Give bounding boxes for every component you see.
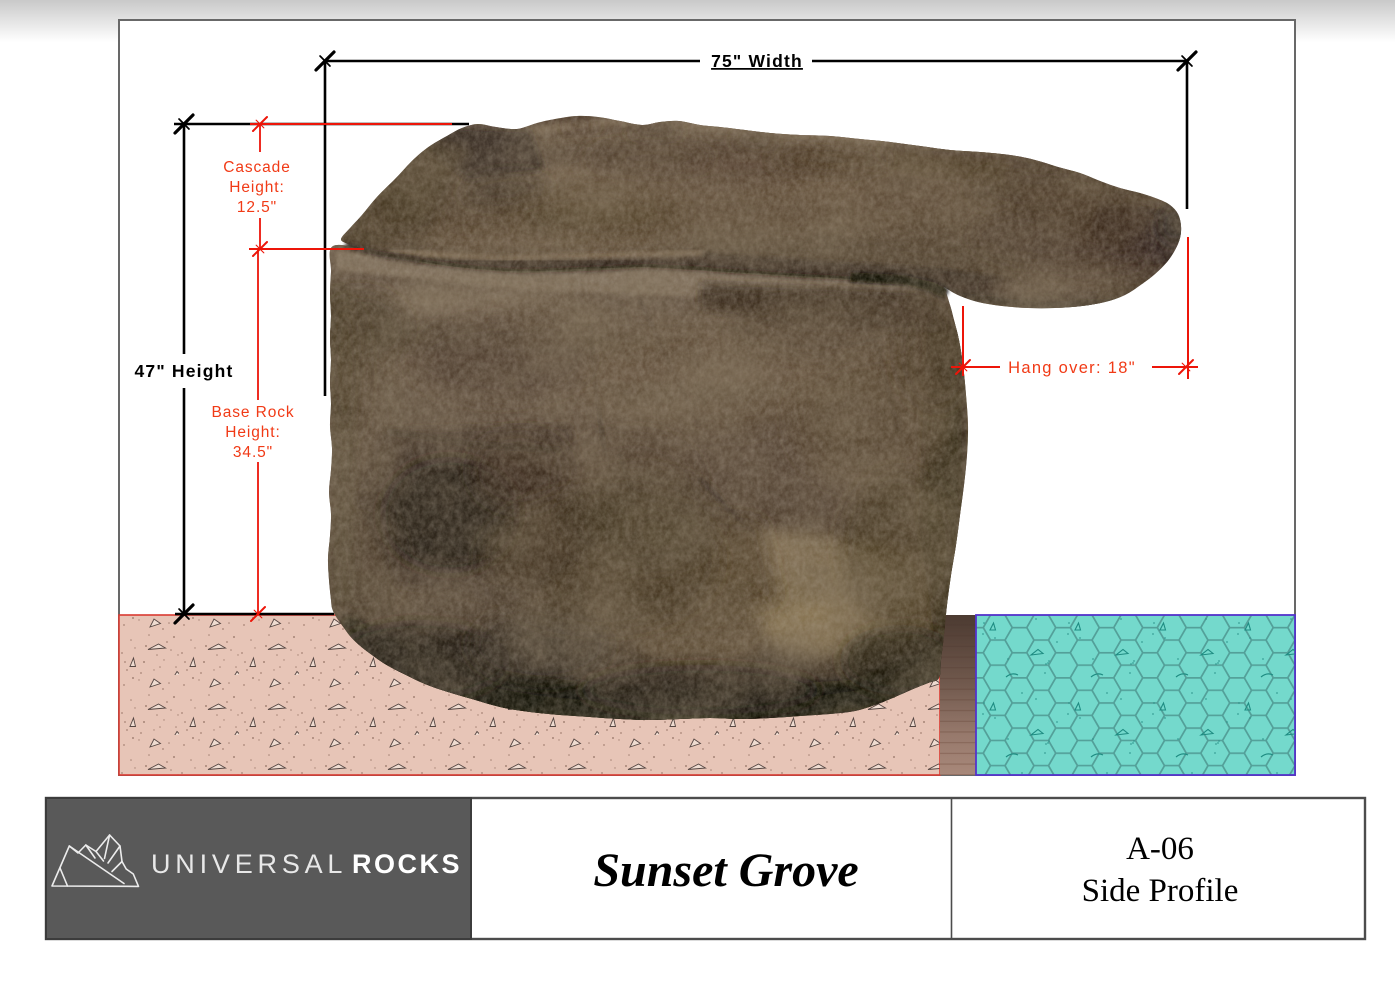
- svg-text:Height:: Height:: [229, 179, 284, 196]
- svg-text:Sunset Grove: Sunset Grove: [593, 844, 858, 897]
- svg-text:47" Height: 47" Height: [134, 361, 233, 381]
- svg-text:75" Width: 75" Width: [711, 51, 803, 71]
- svg-text:A-06: A-06: [1126, 831, 1194, 867]
- svg-text:Hang over: 18": Hang over: 18": [1008, 359, 1136, 377]
- svg-text:Height:: Height:: [225, 424, 280, 441]
- svg-text:Base Rock: Base Rock: [211, 404, 294, 421]
- svg-text:34.5": 34.5": [233, 444, 273, 461]
- svg-text:12.5": 12.5": [237, 199, 277, 216]
- svg-text:ROCKS: ROCKS: [352, 849, 462, 879]
- svg-text:Cascade: Cascade: [223, 159, 290, 176]
- svg-text:Side Profile: Side Profile: [1082, 873, 1239, 909]
- svg-text:UNIVERSAL: UNIVERSAL: [151, 849, 347, 879]
